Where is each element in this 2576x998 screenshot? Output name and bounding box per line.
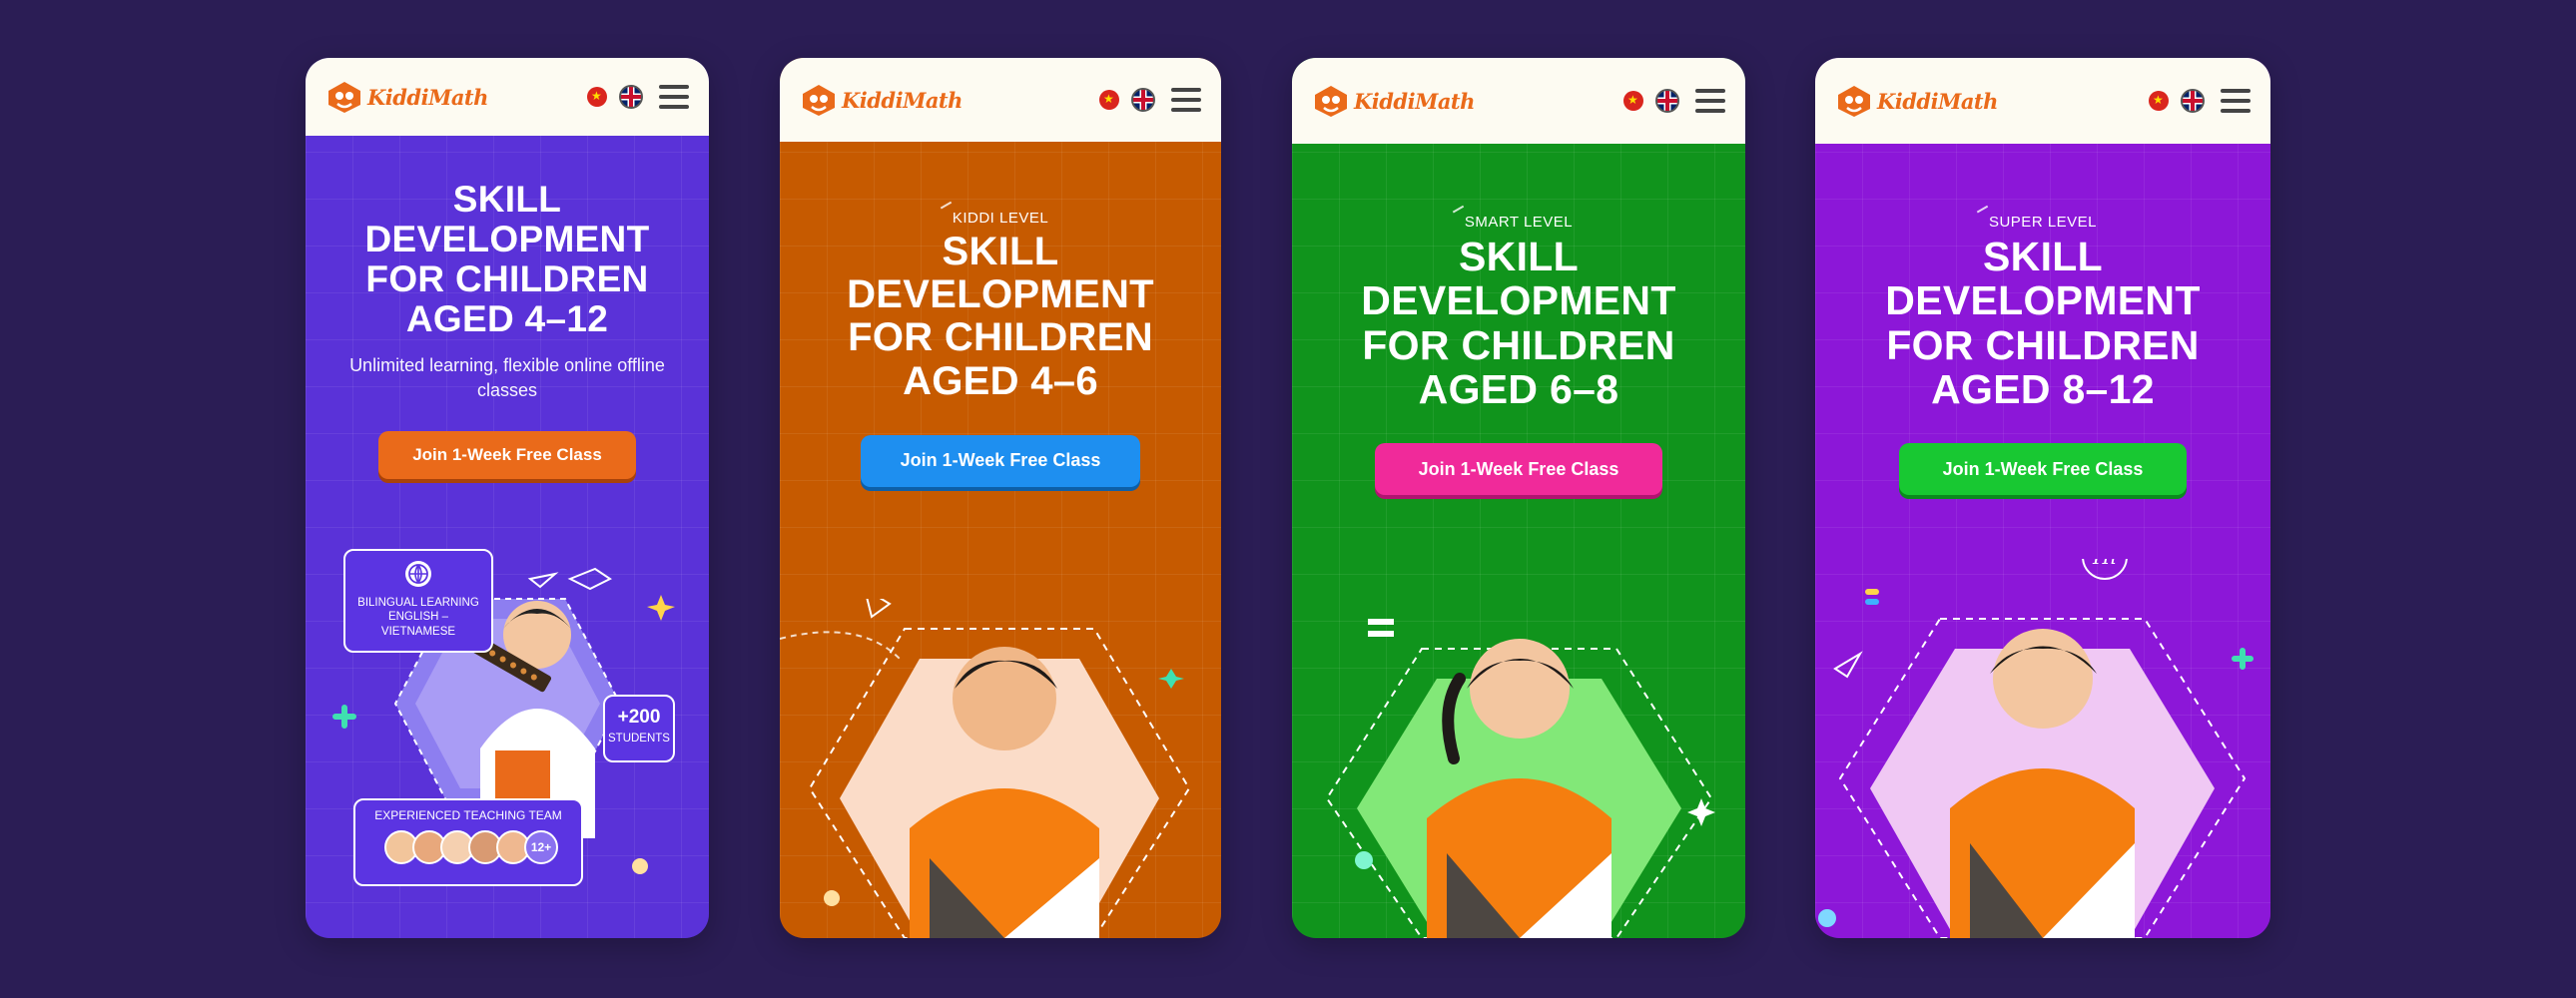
join-free-class-button[interactable]: Join 1-Week Free Class (1899, 443, 2187, 496)
level-label: SMART LEVEL (1464, 214, 1574, 231)
hero-title-line: FOR CHILDREN (1362, 321, 1675, 368)
uk-flag-icon[interactable] (619, 85, 643, 109)
hero-title-line: SKILL (1983, 234, 2103, 279)
teaching-team-label: EXPERIENCED TEACHING TEAM (374, 808, 562, 822)
vietnam-flag-icon[interactable] (587, 87, 607, 107)
hamburger-menu-icon[interactable] (2221, 89, 2251, 113)
join-free-class-button[interactable]: Join 1-Week Free Class (1375, 443, 1662, 496)
uk-flag-icon[interactable] (2181, 89, 2205, 113)
join-free-class-button[interactable]: Join 1-Week Free Class (861, 434, 1140, 487)
hamburger-menu-icon[interactable] (1171, 88, 1201, 112)
hero-illustration: Hi (1815, 534, 2270, 938)
brand-logo[interactable]: KiddiMath (800, 83, 963, 117)
vietnam-flag-icon[interactable] (1623, 91, 1643, 111)
uk-flag-icon[interactable] (1131, 88, 1155, 112)
hero-title: SKILL DEVELOPMENT FOR CHILDREN AGED 4–12 (306, 180, 709, 339)
level-label: KIDDI LEVEL (952, 210, 1049, 227)
hero-illustration (780, 567, 1221, 938)
brand-logo[interactable]: KiddiMath (325, 80, 488, 114)
level-label: SUPER LEVEL (1988, 214, 2098, 231)
logo-icon (803, 85, 835, 116)
teaching-team-card: EXPERIENCED TEACHING TEAM 12+ (353, 798, 583, 886)
logo-text: KiddiMath (842, 87, 963, 113)
hero-illustration (1292, 576, 1745, 938)
top-navigation-bar: KiddiMath (780, 58, 1221, 142)
vietnam-flag-icon[interactable] (2149, 91, 2169, 111)
hero-title-line: SKILL (1459, 234, 1579, 279)
hero-title-line: AGED 8–12 (1931, 365, 2155, 412)
logo-icon (1315, 86, 1347, 117)
vietnam-flag-icon[interactable] (1099, 90, 1119, 110)
hero-title-line: DEVELOPMENT (847, 272, 1154, 317)
teachers-more-badge: 12+ (524, 830, 558, 864)
hero-section: SUPER LEVEL SKILL DEVELOPMENT FOR CHILDR… (1815, 214, 2270, 496)
logo-icon (328, 82, 360, 113)
students-count: +200 (617, 707, 661, 728)
logo-text: KiddiMath (367, 84, 488, 110)
hero-title-line: SKILL (942, 230, 1059, 273)
hamburger-menu-icon[interactable] (1695, 89, 1725, 113)
top-navigation-bar: KiddiMath (1815, 58, 2270, 144)
brand-logo[interactable]: KiddiMath (1312, 84, 1475, 118)
hero-title-line: FOR CHILDREN (1886, 321, 2200, 368)
screen-kiddi-level: KiddiMath KIDDI LEVEL SKILL DEVELOPMENT … (780, 58, 1221, 938)
students-card: +200 STUDENTS (603, 695, 675, 762)
hero-title: SKILL DEVELOPMENT FOR CHILDREN AGED 4–6 (780, 230, 1221, 403)
hero-title-line: AGED 4–6 (903, 358, 1098, 403)
top-navigation-bar: KiddiMath (1292, 58, 1745, 144)
hero-title-line: FOR CHILDREN (365, 257, 649, 299)
hero-title-line: FOR CHILDREN (848, 315, 1153, 360)
hero-title: SKILL DEVELOPMENT FOR CHILDREN AGED 6–8 (1292, 235, 1745, 411)
join-free-class-button[interactable]: Join 1-Week Free Class (378, 431, 636, 480)
hero-title: SKILL DEVELOPMENT FOR CHILDREN AGED 8–12 (1815, 235, 2270, 411)
speech-bubble-text: Hi (2092, 559, 2117, 569)
girl-waving-illustration: Hi (1818, 534, 2254, 938)
bilingual-card-text: BILINGUAL LEARNING ENGLISH – VIETNAMESE (357, 597, 479, 638)
hero-title-line: AGED 6–8 (1418, 365, 1619, 412)
screen-overview: KiddiMath SKILL DEVELOPMENT FOR CHILDREN… (306, 58, 709, 938)
uk-flag-icon[interactable] (1655, 89, 1679, 113)
bilingual-card: BILINGUAL LEARNING ENGLISH – VIETNAMESE (343, 549, 493, 653)
logo-text: KiddiMath (1354, 88, 1475, 114)
hero-title-line: AGED 4–12 (405, 297, 609, 339)
hamburger-menu-icon[interactable] (659, 85, 689, 109)
hero-title-line: DEVELOPMENT (1361, 277, 1676, 324)
girl-thinking-illustration (1325, 576, 1715, 938)
top-navigation-bar: KiddiMath (306, 58, 709, 136)
hero-section: KIDDI LEVEL SKILL DEVELOPMENT FOR CHILDR… (780, 210, 1221, 487)
hero-section: SKILL DEVELOPMENT FOR CHILDREN AGED 4–12… (306, 180, 709, 480)
screen-super-level: KiddiMath SUPER LEVEL SKILL DEVELOPMENT … (1815, 58, 2270, 938)
teacher-avatars: 12+ (361, 830, 575, 864)
hero-subtitle: Unlimited learning, flexible online offl… (349, 354, 665, 400)
hero-title-line: DEVELOPMENT (1885, 277, 2201, 324)
brand-logo[interactable]: KiddiMath (1835, 84, 1998, 118)
hero-title-line: DEVELOPMENT (364, 218, 650, 259)
hero-title-line: SKILL (452, 179, 562, 220)
logo-text: KiddiMath (1877, 88, 1998, 114)
hero-section: SMART LEVEL SKILL DEVELOPMENT FOR CHILDR… (1292, 214, 1745, 496)
globe-icon (405, 561, 431, 587)
students-label: STUDENTS (608, 733, 670, 745)
logo-icon (1838, 86, 1870, 117)
smiling-boy-illustration (780, 567, 1191, 938)
screen-smart-level: KiddiMath SMART LEVEL SKILL DEVELOPMENT … (1292, 58, 1745, 938)
